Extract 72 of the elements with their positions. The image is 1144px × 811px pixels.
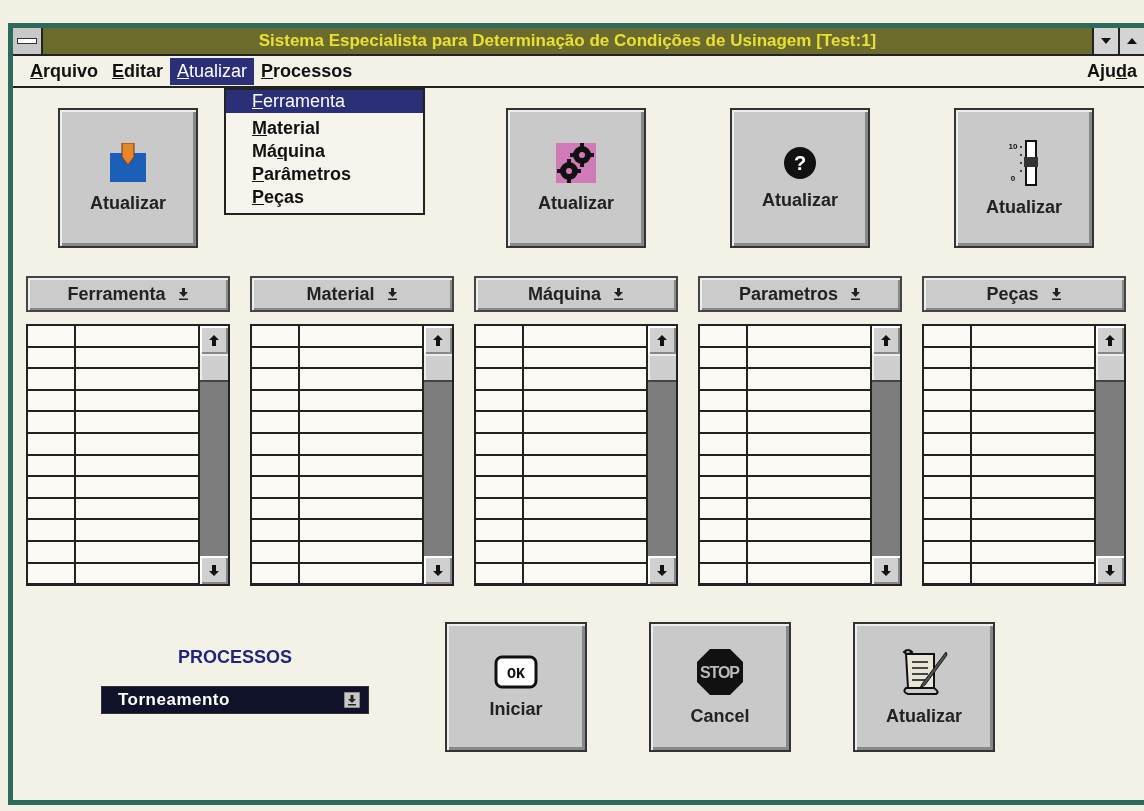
- scroll-down-button[interactable]: [1096, 556, 1124, 584]
- section-label: PROCESSOS: [178, 647, 292, 668]
- up-arrow-icon: [657, 334, 667, 346]
- scroll-up-button[interactable]: [200, 326, 228, 354]
- panel-dropdown-button[interactable]: Ferramenta: [26, 276, 230, 312]
- up-arrow-icon: [433, 334, 443, 346]
- down-arrow-icon: [1105, 564, 1115, 576]
- action-button[interactable]: Atualizar: [853, 622, 995, 752]
- update-button[interactable]: Atualizar: [506, 108, 646, 248]
- menu-item[interactable]: Editar: [105, 57, 171, 85]
- scroll-up-button[interactable]: [424, 326, 452, 354]
- down-arrow-icon: [657, 564, 667, 576]
- down-arrow-icon: [177, 288, 189, 300]
- scroll-thumb[interactable]: [648, 354, 676, 382]
- scroll-thumb[interactable]: [1096, 354, 1124, 382]
- gears-icon: [556, 142, 596, 183]
- up-arrow-icon: [881, 334, 891, 346]
- menu-option[interactable]: Peças: [226, 186, 423, 209]
- panel-dropdown-button[interactable]: Parametros: [698, 276, 902, 312]
- down-arrow-icon: [386, 288, 398, 300]
- scroll-up-button[interactable]: [648, 326, 676, 354]
- scroll-down-button[interactable]: [424, 556, 452, 584]
- up-arrow-icon: [1127, 38, 1137, 44]
- down-arrow-icon: [209, 564, 219, 576]
- menu-item[interactable]: Atualizar: [170, 57, 255, 85]
- menu-option[interactable]: Parâmetros: [226, 163, 423, 186]
- action-button[interactable]: STOP Cancel: [649, 622, 791, 752]
- up-arrow-icon: [1105, 334, 1115, 346]
- question-icon: ?: [783, 145, 817, 180]
- down-arrow-icon: [850, 288, 862, 300]
- maximize-button[interactable]: [1118, 28, 1144, 54]
- menu-option[interactable]: Ferramenta: [226, 90, 423, 113]
- update-button[interactable]: Atualizar: [58, 108, 198, 248]
- pencil-box-icon: [109, 142, 147, 183]
- scroll-thumb[interactable]: [872, 354, 900, 382]
- down-arrow-icon: [613, 288, 624, 300]
- action-button[interactable]: OK Iniciar: [445, 622, 587, 752]
- update-button[interactable]: ? Atualizar: [730, 108, 870, 248]
- minimize-button[interactable]: [1092, 28, 1118, 54]
- panel-dropdown-button[interactable]: Peças: [922, 276, 1126, 312]
- down-arrow-icon: [433, 564, 443, 576]
- scroll-up-button[interactable]: [1096, 326, 1124, 354]
- scrollbar[interactable]: [870, 326, 900, 584]
- scroll-down-button[interactable]: [200, 556, 228, 584]
- panel-dropdown-button[interactable]: Material: [250, 276, 454, 312]
- menu-item[interactable]: Arquivo: [23, 57, 105, 85]
- scroll-down-button[interactable]: [648, 556, 676, 584]
- scroll-up-button[interactable]: [872, 326, 900, 354]
- update-button[interactable]: 10 0 Atualizar: [954, 108, 1094, 248]
- menu-option[interactable]: Material: [226, 117, 423, 140]
- scroll-thumb[interactable]: [424, 354, 452, 382]
- system-menu-button[interactable]: [13, 28, 43, 54]
- scrollbar[interactable]: [422, 326, 452, 584]
- scroll-down-button[interactable]: [872, 556, 900, 584]
- stop-sign-icon: STOP: [696, 647, 744, 696]
- menu-item[interactable]: Ajuda: [1080, 57, 1144, 85]
- scroll-quill-icon: [900, 647, 948, 696]
- down-arrow-icon: [1101, 38, 1111, 44]
- scrollbar[interactable]: [198, 326, 228, 584]
- process-dropdown[interactable]: Torneamento: [101, 686, 369, 714]
- window-title: Sistema Especialista para Determinação de Condições de Usinagem [Test:1]: [257, 31, 878, 51]
- ok-key-icon: OK: [494, 654, 538, 689]
- down-arrow-icon: [1050, 288, 1062, 300]
- panel-dropdown-button[interactable]: Máquina: [474, 276, 678, 312]
- menu-option[interactable]: Máquina: [226, 140, 423, 163]
- up-arrow-icon: [209, 334, 219, 346]
- down-arrow-icon: [344, 692, 360, 708]
- scroll-thumb[interactable]: [200, 354, 228, 382]
- menu-item[interactable]: Processos: [254, 57, 360, 85]
- scrollbar[interactable]: [1094, 326, 1124, 584]
- scrollbar[interactable]: [646, 326, 676, 584]
- down-arrow-icon: [881, 564, 891, 576]
